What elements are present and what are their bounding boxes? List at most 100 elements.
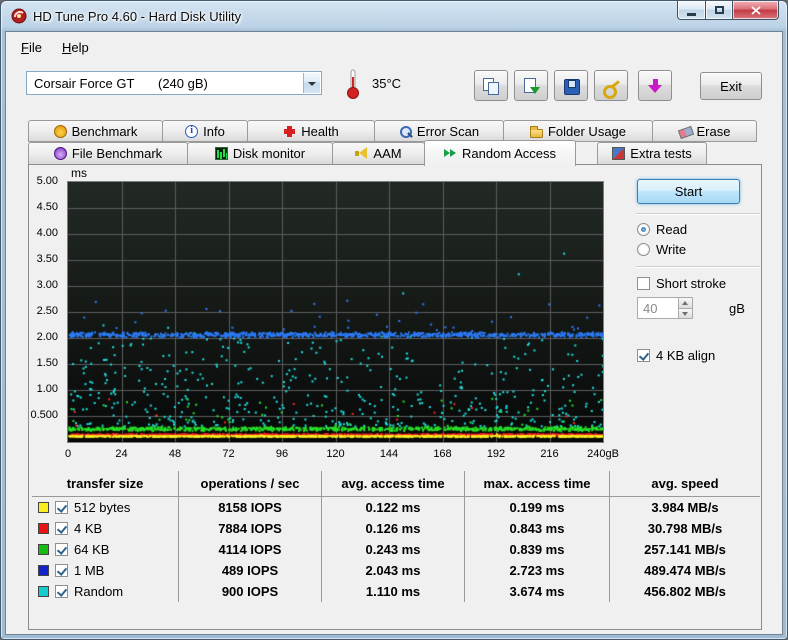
copy-text-icon <box>522 78 540 94</box>
file-benchmark-icon <box>54 147 67 160</box>
close-icon <box>751 6 761 15</box>
cell-ops: 7884 IOPS <box>179 518 322 539</box>
row-label-512-bytes: 512 bytes <box>32 497 179 518</box>
random-access-page: ms 5.004.504.003.503.002.502.001.501.000… <box>28 164 762 630</box>
copy-text-button[interactable] <box>514 70 548 101</box>
access-time-chart <box>67 181 604 443</box>
menu-file[interactable]: File <box>12 37 51 58</box>
thermometer-icon <box>346 68 360 100</box>
key-icon <box>602 78 620 94</box>
header-max-access: max. access time <box>465 471 610 497</box>
tab-aam[interactable]: AAM <box>332 142 425 165</box>
cell-avg: 1.110 ms <box>322 581 465 602</box>
y-axis-unit: ms <box>71 166 87 180</box>
random-access-icon <box>444 147 457 160</box>
cell-speed: 257.141 MB/s <box>610 539 760 560</box>
series-checkbox[interactable] <box>55 522 68 535</box>
tab-file-benchmark[interactable]: File Benchmark <box>28 142 188 165</box>
drive-size: (240 gB) <box>158 76 208 91</box>
spinner-up-button[interactable] <box>678 298 692 308</box>
disk-monitor-icon <box>215 147 228 160</box>
tab-health[interactable]: Health <box>247 120 375 142</box>
x-axis-tick: 240gB <box>583 448 623 460</box>
gb-unit-label: gB <box>729 301 745 316</box>
x-axis-tick: 216 <box>530 448 570 460</box>
maximize-icon <box>715 6 724 14</box>
y-axis-tick: 3.00 <box>37 279 58 291</box>
spinner-down-button[interactable] <box>678 308 692 319</box>
drive-select[interactable]: Corsair Force GT (240 gB) <box>26 71 322 95</box>
close-button[interactable] <box>733 1 779 20</box>
cell-avg: 2.043 ms <box>322 560 465 581</box>
magnifier-icon <box>399 125 412 138</box>
save-button[interactable] <box>554 70 588 101</box>
cell-speed: 489.474 MB/s <box>610 560 760 581</box>
header-transfer-size: transfer size <box>32 471 179 497</box>
maximize-button[interactable] <box>706 1 733 20</box>
results-table: transfer size operations / sec avg. acce… <box>32 471 760 602</box>
options-button[interactable] <box>594 70 628 101</box>
tab-disk-monitor[interactable]: Disk monitor <box>187 142 333 165</box>
y-axis-tick: 0.500 <box>30 409 58 421</box>
tab-bar: Benchmark Info Health Error Scan Folder … <box>28 120 762 164</box>
y-axis-tick: 3.50 <box>37 253 58 265</box>
drive-name: Corsair Force GT <box>34 76 134 91</box>
x-axis-tick: 96 <box>262 448 302 460</box>
tab-random-access[interactable]: Random Access <box>424 140 576 166</box>
cell-avg: 0.122 ms <box>322 497 465 518</box>
header-avg-access: avg. access time <box>322 471 465 497</box>
tab-info[interactable]: Info <box>162 120 248 142</box>
exit-button[interactable]: Exit <box>700 72 762 100</box>
short-stroke-option[interactable]: Short stroke <box>637 276 726 291</box>
series-checkbox[interactable] <box>55 564 68 577</box>
cell-max: 2.723 ms <box>465 560 610 581</box>
cell-max: 3.674 ms <box>465 581 610 602</box>
tab-row-2: File Benchmark Disk monitor AAM Random A… <box>28 142 762 164</box>
short-stroke-size-spinner <box>637 297 693 319</box>
health-cross-icon <box>283 125 296 138</box>
start-button[interactable]: Start <box>637 179 740 204</box>
copy-screenshot-button[interactable] <box>474 70 508 101</box>
spinner-arrows <box>678 298 692 318</box>
tab-row-1: Benchmark Info Health Error Scan Folder … <box>28 120 762 142</box>
read-option[interactable]: Read <box>637 222 687 237</box>
align-checkbox[interactable] <box>637 349 650 362</box>
capture-button[interactable] <box>638 70 672 101</box>
eraser-icon <box>679 125 692 138</box>
short-stroke-size-input[interactable] <box>638 298 678 318</box>
cell-max: 0.839 ms <box>465 539 610 560</box>
benchmark-icon <box>54 125 67 138</box>
window-controls <box>677 1 779 20</box>
tab-error-scan[interactable]: Error Scan <box>374 120 504 142</box>
divider <box>636 213 760 215</box>
cell-avg: 0.243 ms <box>322 539 465 560</box>
tab-extra-tests[interactable]: Extra tests <box>597 142 707 165</box>
cell-ops: 8158 IOPS <box>179 497 322 518</box>
chevron-down-icon[interactable] <box>303 73 320 93</box>
cell-ops: 900 IOPS <box>179 581 322 602</box>
tab-folder-usage[interactable]: Folder Usage <box>503 120 653 142</box>
titlebar: HD Tune Pro 4.60 - Hard Disk Utility <box>1 1 787 31</box>
x-axis-tick: 168 <box>423 448 463 460</box>
x-axis-tick: 144 <box>369 448 409 460</box>
series-checkbox[interactable] <box>55 585 68 598</box>
y-axis-tick: 4.50 <box>37 201 58 213</box>
extra-tests-icon <box>612 147 625 160</box>
write-radio[interactable] <box>637 243 650 256</box>
series-checkbox[interactable] <box>55 501 68 514</box>
cell-ops: 4114 IOPS <box>179 539 322 560</box>
y-axis-tick: 1.00 <box>37 383 58 395</box>
short-stroke-checkbox[interactable] <box>637 277 650 290</box>
y-axis-tick: 1.50 <box>37 357 58 369</box>
tab-erase[interactable]: Erase <box>652 120 757 142</box>
speaker-icon <box>355 147 368 160</box>
series-checkbox[interactable] <box>55 543 68 556</box>
align-option[interactable]: 4 KB align <box>637 348 715 363</box>
read-radio[interactable] <box>637 223 650 236</box>
write-option[interactable]: Write <box>637 242 686 257</box>
minimize-button[interactable] <box>677 1 706 20</box>
tab-benchmark[interactable]: Benchmark <box>28 120 163 142</box>
x-axis-tick: 24 <box>102 448 142 460</box>
x-axis-tick: 0 <box>48 448 88 460</box>
menu-help[interactable]: Help <box>53 37 98 58</box>
